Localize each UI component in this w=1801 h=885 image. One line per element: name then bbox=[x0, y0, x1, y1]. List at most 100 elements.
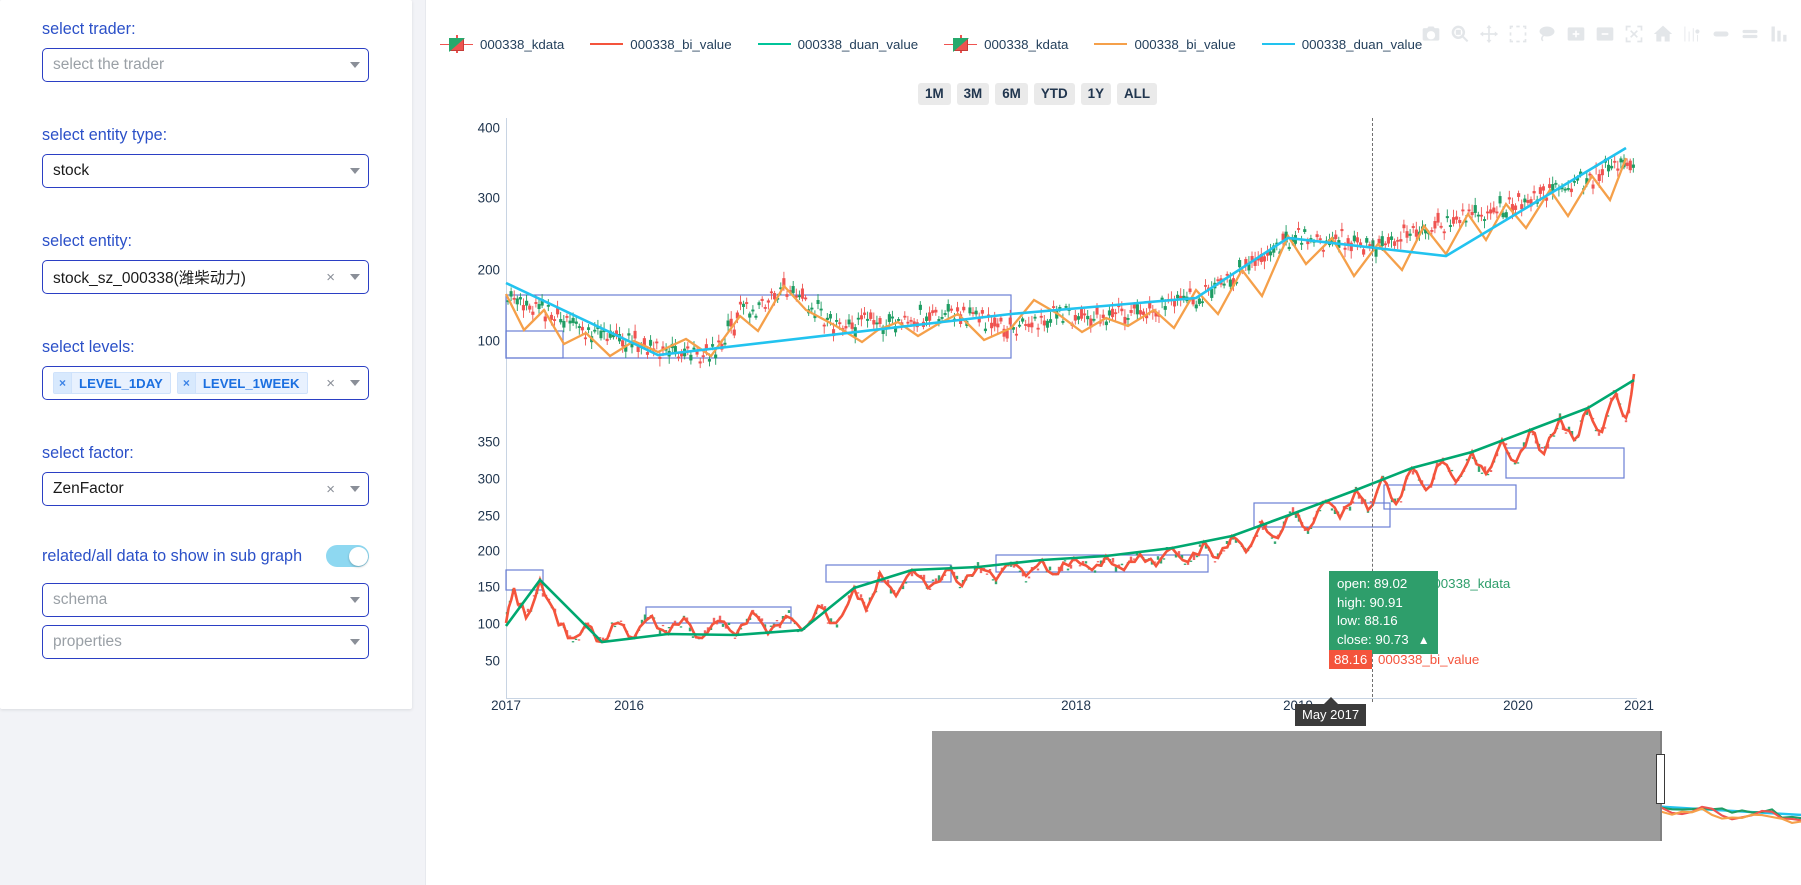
x-tick-2017: 2017 bbox=[491, 698, 521, 713]
y-tick-250: 250 bbox=[478, 509, 500, 524]
upper-panel-group bbox=[506, 148, 1635, 368]
tooltip-low: low: 88.16 bbox=[1337, 612, 1430, 631]
range-selector: 1M 3M 6M YTD 1Y ALL bbox=[918, 83, 1157, 105]
line-swatch-icon bbox=[1262, 43, 1295, 45]
label-select-trader: select trader: bbox=[42, 20, 369, 39]
label-select-entity: select entity: bbox=[42, 232, 369, 251]
sidebar: select trader: select the trader select … bbox=[0, 0, 426, 885]
tooltip-high: high: 90.91 bbox=[1337, 594, 1430, 613]
x-tick-2020: 2020 bbox=[1503, 698, 1533, 713]
legend-item-kdata-2[interactable]: 000338_kdata bbox=[944, 35, 1068, 53]
zen-rect bbox=[506, 331, 563, 358]
subgraph-toggle-row: related/all data to show in sub graph bbox=[42, 545, 369, 567]
y-tick-300: 300 bbox=[478, 472, 500, 487]
zen-rect bbox=[826, 565, 951, 582]
range-button-1m[interactable]: 1M bbox=[918, 83, 951, 105]
chevron-down-icon bbox=[350, 274, 360, 280]
range-button-all[interactable]: ALL bbox=[1117, 83, 1157, 105]
entity-select[interactable]: stock_sz_000338(潍柴动力) × bbox=[42, 260, 369, 294]
bi-value-line bbox=[506, 158, 1626, 356]
schema-select-value: schema bbox=[53, 591, 344, 609]
label-select-levels: select levels: bbox=[42, 338, 369, 357]
legend-label: 000338_kdata bbox=[984, 37, 1068, 52]
chart-legend: 000338_kdata 000338_bi_value 000338_duan… bbox=[440, 33, 1670, 55]
sidebar-card: select trader: select the trader select … bbox=[0, 0, 412, 709]
range-button-6m[interactable]: 6M bbox=[995, 83, 1028, 105]
label-select-entity-type: select entity type: bbox=[42, 126, 369, 145]
entity-type-select-value: stock bbox=[53, 162, 344, 180]
chevron-down-icon bbox=[350, 380, 360, 386]
field-schema: schema bbox=[42, 583, 369, 617]
entity-select-value: stock_sz_000338(潍柴动力) bbox=[53, 266, 326, 288]
properties-select-value: properties bbox=[53, 633, 344, 651]
field-entity-type: select entity type: stock bbox=[42, 126, 369, 188]
triangle-up-icon: ▲ bbox=[1418, 631, 1430, 650]
properties-select[interactable]: properties bbox=[42, 625, 369, 659]
x-tick-2018: 2018 bbox=[1061, 698, 1091, 713]
tooltip-open: open: 89.02 bbox=[1337, 575, 1430, 594]
sub-bi-value-line bbox=[506, 374, 1634, 642]
chart-panel: 000338_kdata 000338_bi_value 000338_duan… bbox=[426, 0, 1801, 885]
chevron-down-icon bbox=[350, 168, 360, 174]
legend-label: 000338_bi_value bbox=[630, 37, 731, 52]
levels-select[interactable]: × LEVEL_1DAY × LEVEL_1WEEK × bbox=[42, 366, 369, 400]
y-tick-150: 150 bbox=[478, 580, 500, 595]
legend-item-bi-value-2[interactable]: 000338_bi_value bbox=[1094, 37, 1235, 52]
chevron-down-icon bbox=[350, 62, 360, 68]
label-select-factor: select factor: bbox=[42, 444, 369, 463]
spike-lines-icon[interactable] bbox=[1682, 24, 1702, 44]
factor-select-value: ZenFactor bbox=[53, 480, 326, 498]
legend-label: 000338_duan_value bbox=[1302, 37, 1423, 52]
clear-icon[interactable]: × bbox=[326, 482, 335, 497]
x-tick-2021: 2021 bbox=[1624, 698, 1654, 713]
field-trader: select trader: select the trader bbox=[42, 20, 369, 82]
y-tick-200: 200 bbox=[478, 544, 500, 559]
range-button-1y[interactable]: 1Y bbox=[1081, 83, 1111, 105]
chip-label: LEVEL_1DAY bbox=[72, 376, 170, 391]
legend-item-kdata-1[interactable]: 000338_kdata bbox=[440, 35, 564, 53]
app-root: select trader: select the trader select … bbox=[0, 0, 1801, 885]
clear-icon[interactable]: × bbox=[326, 376, 335, 391]
levels-chip-list: × LEVEL_1DAY × LEVEL_1WEEK bbox=[53, 372, 326, 394]
legend-item-duan-value-1[interactable]: 000338_duan_value bbox=[758, 37, 919, 52]
chevron-down-icon bbox=[350, 639, 360, 645]
sub-panel-group bbox=[506, 374, 1634, 642]
range-slider[interactable] bbox=[932, 731, 1801, 841]
chevron-down-icon bbox=[350, 597, 360, 603]
line-swatch-icon bbox=[758, 43, 791, 45]
chip-remove-icon[interactable]: × bbox=[178, 373, 196, 393]
trader-select[interactable]: select the trader bbox=[42, 48, 369, 82]
subgraph-toggle-label: related/all data to show in sub graph bbox=[42, 547, 326, 566]
candlestick-series bbox=[507, 154, 1635, 368]
plotly-logo-icon[interactable] bbox=[1769, 24, 1789, 44]
subgraph-toggle[interactable] bbox=[326, 545, 369, 567]
y-tick-350: 350 bbox=[478, 435, 500, 450]
y-axis-labels-lower: 350 300 250 200 150 100 50 bbox=[458, 118, 500, 698]
factor-select[interactable]: ZenFactor × bbox=[42, 472, 369, 506]
range-slider-mask-left bbox=[932, 731, 1661, 841]
zen-rect bbox=[1506, 448, 1624, 478]
chip-level-1day[interactable]: × LEVEL_1DAY bbox=[53, 372, 171, 394]
legend-item-duan-value-2[interactable]: 000338_duan_value bbox=[1262, 37, 1423, 52]
legend-item-bi-value-1[interactable]: 000338_bi_value bbox=[590, 37, 731, 52]
y-tick-100: 100 bbox=[478, 617, 500, 632]
field-properties: properties bbox=[42, 625, 369, 659]
range-button-3m[interactable]: 3M bbox=[957, 83, 990, 105]
entity-type-select[interactable]: stock bbox=[42, 154, 369, 188]
candlestick-icon bbox=[944, 35, 977, 53]
range-slider-handle-left[interactable] bbox=[1656, 754, 1665, 804]
chip-remove-icon[interactable]: × bbox=[54, 373, 72, 393]
sub-duan-value-line bbox=[506, 380, 1634, 642]
plot-svg bbox=[506, 118, 1637, 698]
field-subgraph-toggle: related/all data to show in sub graph bbox=[42, 545, 369, 567]
main-price-panel[interactable]: 400 300 200 100 350 300 250 200 150 100 … bbox=[506, 118, 1637, 698]
clear-icon[interactable]: × bbox=[326, 270, 335, 285]
chip-level-1week[interactable]: × LEVEL_1WEEK bbox=[177, 372, 308, 394]
hover-compare-icon[interactable] bbox=[1711, 24, 1731, 44]
x-axis-labels: 2016 2017 2018 2019 2020 2021 bbox=[506, 698, 1637, 722]
range-button-ytd[interactable]: YTD bbox=[1034, 83, 1075, 105]
trader-select-value: select the trader bbox=[53, 56, 344, 74]
candlestick-icon bbox=[440, 35, 473, 53]
schema-select[interactable]: schema bbox=[42, 583, 369, 617]
hover-closest-icon[interactable] bbox=[1740, 24, 1760, 44]
